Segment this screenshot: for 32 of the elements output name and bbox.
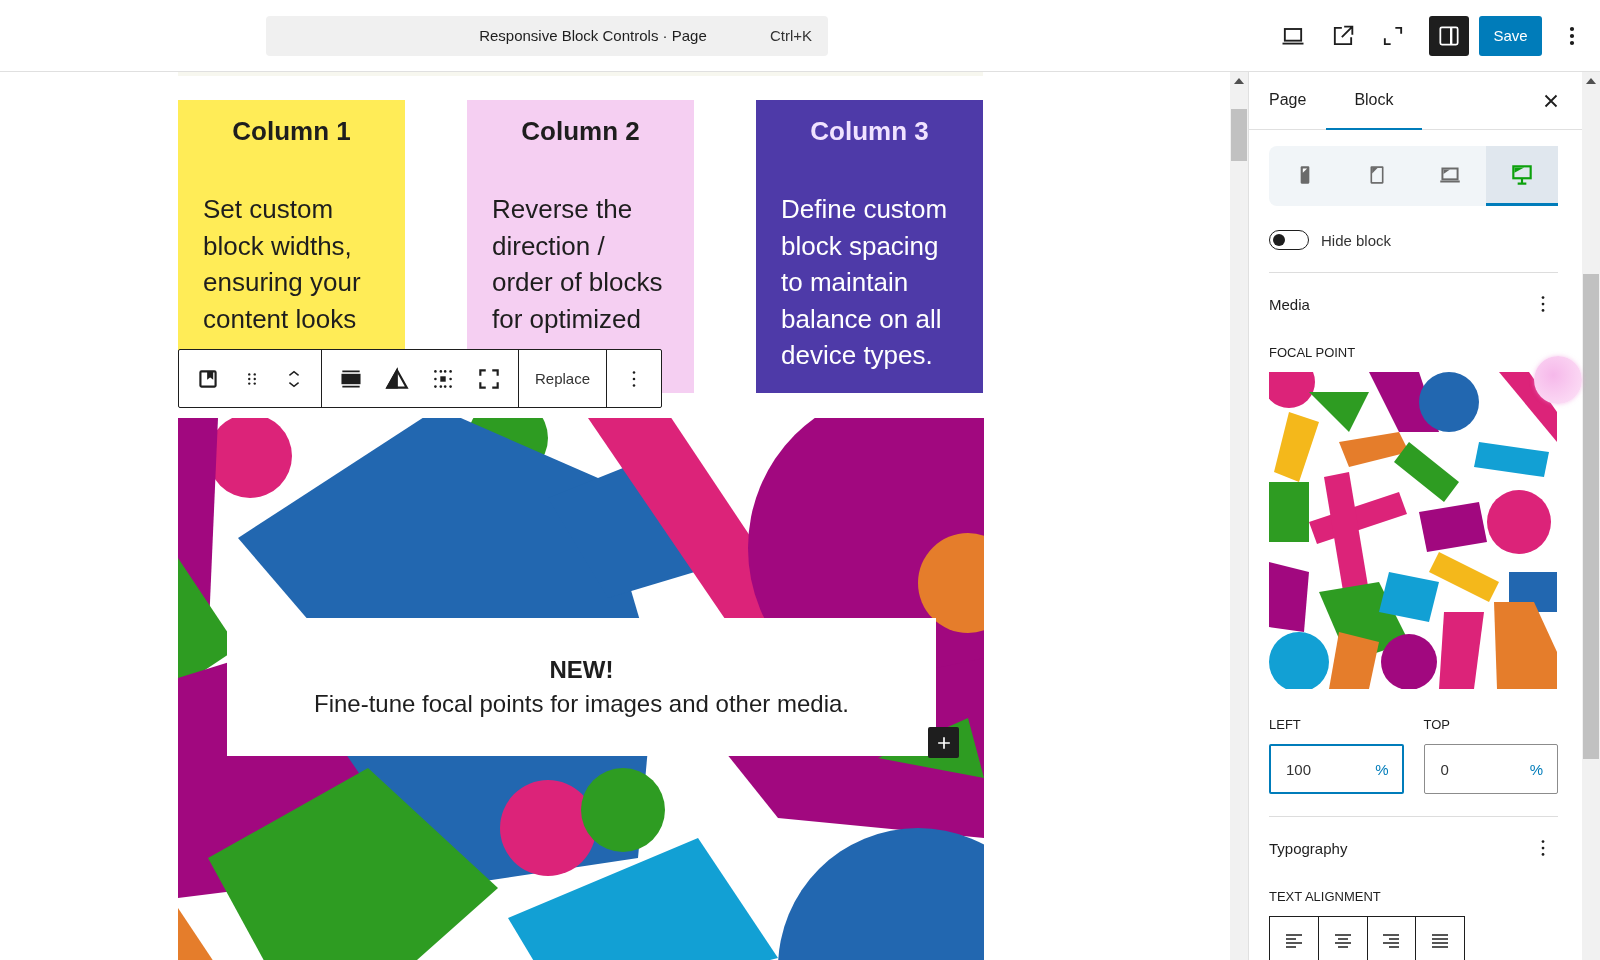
number-input[interactable]: 100 — [1284, 759, 1364, 779]
field-label: TOP — [1423, 717, 1451, 732]
panel-title: Typography — [1269, 839, 1348, 857]
column-text: Set custom block widths, ensuring your content looks — [203, 193, 362, 336]
sidebar-toggle-button[interactable] — [1429, 15, 1469, 56]
device-tab[interactable] — [1485, 146, 1558, 206]
text-alignment-label: TEXT ALIGNMENT — [1269, 889, 1382, 904]
panel-title: Media — [1269, 295, 1310, 313]
column-heading: Column 2 — [520, 116, 641, 147]
scrollbar[interactable] — [1230, 72, 1248, 960]
cover-text: Fine-tune focal points for images and other media. — [314, 690, 849, 718]
number-field[interactable]: 100 % — [1269, 744, 1404, 794]
field-label: LEFT — [1269, 717, 1302, 732]
save-button[interactable]: Save — [1479, 15, 1542, 56]
focal-point-handle[interactable] — [1534, 356, 1582, 404]
add-block-button[interactable] — [928, 727, 959, 758]
column-heading: Column 1 — [231, 116, 352, 147]
focal-point-label: FOCAL POINT — [1269, 345, 1357, 360]
replace-button[interactable]: Replace — [535, 362, 591, 395]
column-heading: Column 3 — [809, 116, 930, 147]
sidebar-tab[interactable]: Page — [1249, 72, 1327, 130]
scrollbar[interactable] — [1582, 72, 1600, 960]
column-text: Define custom block spacing to maintain balance on all device types. — [781, 193, 949, 372]
triangle-icon[interactable] — [384, 365, 410, 392]
number-input[interactable]: 0 — [1438, 759, 1519, 779]
sidebar-tab[interactable]: Block — [1326, 72, 1422, 130]
shortcut-label: Ctrl+K — [769, 27, 812, 44]
hide-block-label: Hide block — [1321, 231, 1392, 249]
number-field[interactable]: 0 % — [1423, 744, 1558, 794]
cover-heading: NEW! — [549, 656, 614, 684]
column-text: Reverse the direction / order of blocks for optimized — [492, 193, 664, 336]
command-bar[interactable]: Responsive Block Controls · Page Ctrl+K — [266, 15, 828, 56]
